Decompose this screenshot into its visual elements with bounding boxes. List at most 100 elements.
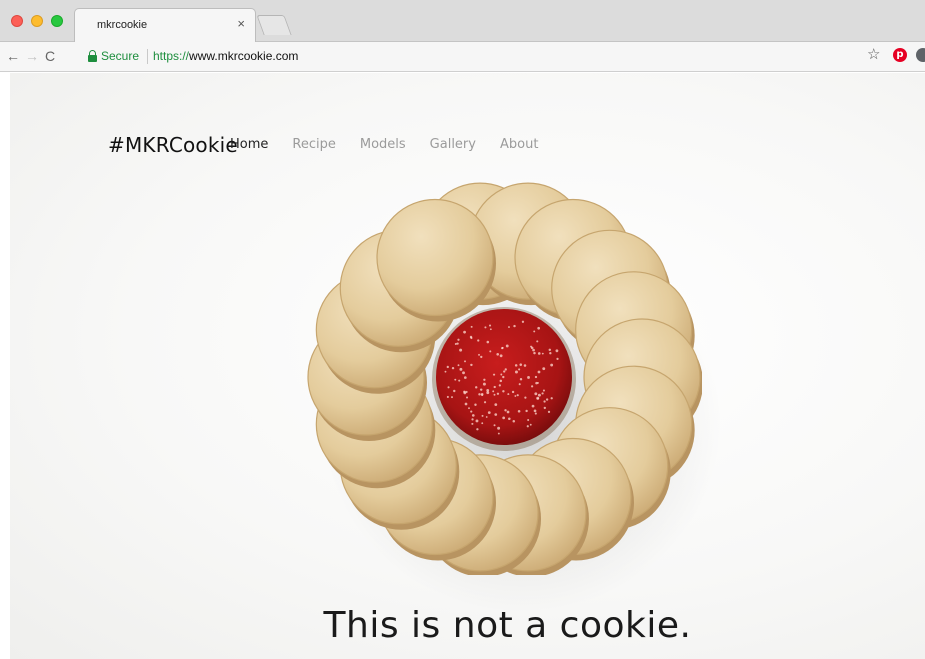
jam-sparkle	[451, 366, 455, 370]
jam-sparkle	[454, 378, 457, 381]
site-logo[interactable]: #MKRCookie	[108, 133, 238, 157]
jam-sparkle	[476, 428, 479, 431]
browser-window: mkrcookie × ← → C Secure https://www.mkr…	[0, 0, 925, 659]
jam-sparkle	[531, 385, 534, 388]
jam-sparkle	[446, 395, 449, 398]
jam-sparkle	[500, 373, 503, 376]
jam-sparkle	[556, 357, 559, 360]
jam-sparkle	[489, 350, 492, 353]
jam-sparkle	[518, 368, 521, 371]
jam-sparkle	[537, 326, 541, 330]
pinterest-icon[interactable]: p	[893, 48, 907, 62]
jam-sparkle	[447, 386, 450, 389]
jam-sparkle	[519, 378, 523, 381]
jam-sparkle	[527, 419, 530, 422]
jam-sparkle	[475, 419, 479, 423]
jam-sparkle	[463, 330, 466, 334]
jam-sparkle	[537, 370, 541, 374]
url-scheme: https://	[153, 49, 190, 63]
jam-sparkle	[550, 397, 553, 400]
star-icon[interactable]: ☆	[867, 45, 880, 63]
tab-title: mkrcookie	[97, 19, 148, 31]
jam-sparkle	[483, 378, 486, 381]
jam-sparkle	[523, 364, 527, 367]
browser-tab[interactable]: mkrcookie ×	[74, 8, 256, 42]
jam-sparkle	[502, 375, 505, 379]
jam-sparkle	[475, 386, 478, 389]
jam-sparkle	[481, 394, 484, 396]
jam-sparkle	[478, 393, 481, 396]
jam-sparkle	[501, 347, 504, 350]
url-text[interactable]: https://www.mkrcookie.com	[153, 49, 298, 63]
nav-item-recipe[interactable]: Recipe	[292, 137, 335, 152]
nav-item-gallery[interactable]: Gallery	[430, 137, 476, 152]
jam-sparkle	[470, 336, 473, 340]
jam-sparkle	[537, 352, 541, 355]
jam-sparkle	[470, 410, 473, 413]
forward-arrow-icon[interactable]: →	[25, 48, 39, 64]
jam-sparkle	[498, 384, 501, 387]
jam-sparkle	[541, 352, 544, 355]
jam-sparkle	[494, 403, 498, 406]
jam-sparkle	[464, 360, 466, 363]
jam-sparkle	[514, 364, 518, 367]
jam-sparkle	[462, 371, 465, 375]
jam-sparkle	[545, 398, 549, 401]
jam-sparkle	[555, 349, 559, 353]
jam-sparkle	[536, 340, 539, 343]
jam-sparkle	[550, 363, 554, 367]
jam-sparkle	[470, 363, 473, 367]
jam-sparkle	[459, 348, 463, 352]
address-bar[interactable]: Secure https://www.mkrcookie.com	[80, 46, 925, 68]
jam-sparkle	[499, 354, 503, 358]
reload-icon[interactable]: C	[45, 48, 55, 64]
jam-sparkle	[456, 342, 459, 345]
jam-sparkle	[493, 424, 496, 427]
jam-sparkle	[492, 373, 496, 376]
jam-sparkle	[489, 328, 492, 331]
jam-sparkle	[514, 370, 518, 374]
jam-sparkle	[465, 390, 468, 394]
jam-sparkle	[487, 411, 491, 415]
jam-sparkle	[512, 419, 516, 423]
lock-icon	[88, 50, 97, 62]
tab-close-icon[interactable]: ×	[237, 16, 245, 31]
nav-item-models[interactable]: Models	[360, 137, 406, 152]
jam-sparkle	[536, 396, 540, 400]
maximize-window-button[interactable]	[51, 15, 63, 27]
jam-sparkle	[519, 363, 523, 366]
jam-sparkle	[483, 401, 487, 404]
jam-sparkle	[470, 325, 473, 328]
jam-sparkle	[502, 416, 506, 420]
jam-sparkle	[541, 392, 544, 395]
jam-sparkle	[518, 383, 521, 386]
main-nav: Home Recipe Models Gallery About	[230, 137, 562, 152]
jam-sparkle	[534, 392, 538, 396]
jam-sparkle	[508, 417, 511, 421]
jam-sparkle	[482, 382, 486, 386]
jam-sparkle	[458, 379, 461, 382]
browser-toolbar: ← → C Secure https://www.mkrcookie.com	[0, 42, 925, 72]
jam-sparkle	[533, 330, 536, 333]
nav-item-home[interactable]: Home	[230, 137, 268, 152]
jam-sparkle	[453, 389, 456, 393]
jam-sparkle	[474, 403, 477, 406]
minimize-window-button[interactable]	[31, 15, 43, 27]
jam-sparkle	[526, 425, 529, 428]
jam-sparkle	[516, 394, 519, 397]
jam-sparkle	[488, 324, 492, 327]
close-window-button[interactable]	[11, 15, 23, 27]
jam-sparkle	[507, 393, 510, 396]
extension-icon[interactable]	[916, 48, 925, 62]
url-host: www.mkrcookie.com	[189, 49, 299, 63]
jam-sparkle	[548, 348, 552, 352]
jam-sparkle	[533, 409, 537, 413]
jam-sparkle	[465, 396, 469, 399]
jam-sparkle	[543, 400, 546, 403]
new-tab-button[interactable]	[256, 15, 292, 35]
jam-sparkle	[542, 389, 546, 392]
back-arrow-icon[interactable]: ←	[6, 48, 20, 64]
secure-label: Secure	[101, 49, 140, 63]
nav-item-about[interactable]: About	[500, 137, 538, 152]
jam-sparkle	[532, 348, 535, 352]
